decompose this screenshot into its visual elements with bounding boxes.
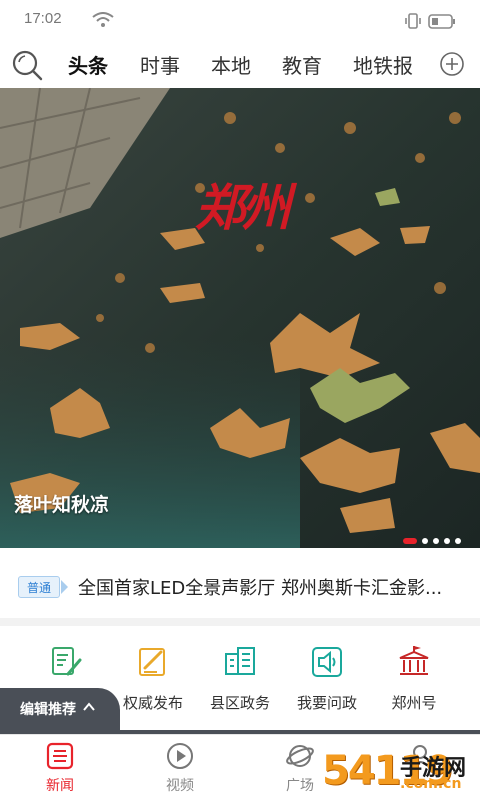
editor-recommend-label: 编辑推荐 [20,702,76,718]
carousel-indicator [398,530,461,544]
tab-local[interactable]: 本地 [211,50,251,79]
carousel-dot-active [403,537,417,544]
edit-recommend-icon [52,647,82,676]
service-edit-recommend[interactable] [18,644,114,680]
site-watermark: 54119 手游网 .com.cn [322,748,480,800]
battery-icon [428,14,455,29]
video-icon [167,743,193,769]
hero-banner[interactable]: 郑州 落叶知秋凉 [0,88,480,548]
status-bar: 17:02 [0,0,480,42]
top-nav: 头条 时事 本地 教育 地铁报 [0,42,480,88]
hero-logo-text: 郑州 [195,178,291,237]
search-icon[interactable] [10,48,44,82]
carousel-dot [433,537,439,544]
service-label: 县区政务 [209,694,270,712]
tab-current-affairs[interactable]: 时事 [140,50,180,79]
tab-metro-news[interactable]: 地铁报 [353,50,413,79]
carousel-dot [422,537,428,544]
bottom-tab-label: 视频 [166,778,194,794]
vibrate-icon [405,13,421,29]
chevron-up-icon [83,702,95,711]
hero-caption: 落叶知秋凉 [14,494,110,516]
county-affairs-icon [225,647,255,675]
service-authority-publish[interactable]: 权威发布 [105,644,201,713]
plaza-icon [286,745,314,767]
watermark-url: .com.cn [400,776,462,792]
status-time: 17:02 [24,10,62,27]
news-icon [46,742,74,770]
headline-ticker[interactable]: 普通 全国首家LED全景声影厅 郑州奥斯卡汇金影... [0,560,480,614]
authority-publish-icon [139,648,165,676]
badge-tail [61,580,68,594]
wifi-icon [92,12,114,27]
editor-recommend-tab[interactable]: 编辑推荐 [0,688,120,730]
bottom-tab-label: 新闻 [46,778,74,794]
service-zhengzhou-account[interactable]: 郑州号 [366,644,462,713]
tab-headlines[interactable]: 头条 [68,50,108,79]
service-label: 郑州号 [391,694,437,712]
hero-image [0,88,480,548]
ticker-headline[interactable]: 全国首家LED全景声影厅 郑州奥斯卡汇金影... [78,574,468,600]
service-ask-government[interactable]: 我要问政 [279,644,375,713]
service-county-affairs[interactable]: 县区政务 [192,644,288,713]
carousel-dot [444,537,450,544]
ask-government-icon [312,647,342,677]
tab-education[interactable]: 教育 [282,50,322,79]
bottom-tab-video[interactable]: 视频 [140,741,220,795]
service-label: 我要问政 [296,694,357,712]
category-badge: 普通 [18,576,61,598]
zhengzhou-account-icon [399,646,429,675]
carousel-dot [455,537,461,544]
add-channel-icon[interactable] [438,50,466,78]
section-divider [0,618,480,626]
bottom-tab-news[interactable]: 新闻 [20,741,100,795]
